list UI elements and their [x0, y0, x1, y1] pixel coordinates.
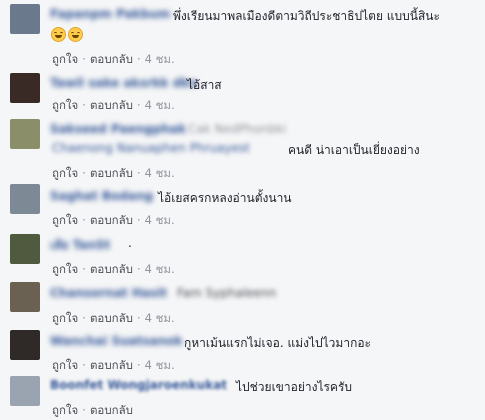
- comment-text: ไอ้เยสครกหลงอ่านตั้งนาน: [158, 191, 292, 205]
- like-link[interactable]: ถูกใจ: [52, 358, 78, 372]
- avatar[interactable]: [10, 4, 40, 34]
- comment-time[interactable]: 4 ชม.: [145, 52, 175, 66]
- comment-author[interactable]: Saghat Bodang: [50, 189, 153, 203]
- comment-text: ไปช่วยเขาอย่างไรครับ: [236, 380, 353, 394]
- like-link[interactable]: ถูกใจ: [52, 311, 78, 325]
- comment-actions: ถูกใจ · ตอบกลับ · 4 ชม.: [52, 166, 175, 180]
- avatar[interactable]: [10, 330, 40, 360]
- avatar[interactable]: [10, 282, 40, 312]
- comment-actions: ถูกใจ · ตอบกลับ · 4 ชม.: [52, 311, 175, 325]
- comment-author[interactable]: Boonfet Wongjaroenkukat: [50, 378, 227, 392]
- comment-author[interactable]: Sakseed Paengphak: [50, 122, 186, 136]
- reply-link[interactable]: ตอบกลับ: [90, 166, 133, 180]
- avatar[interactable]: [10, 184, 40, 214]
- comment-text: คนดี น่าเอาเป็นเยี่ยงอย่าง: [288, 143, 420, 157]
- laughing-emoji-icon: [68, 27, 83, 42]
- like-link[interactable]: ถูกใจ: [52, 403, 78, 417]
- reply-link[interactable]: ตอบกลับ: [90, 311, 133, 325]
- like-link[interactable]: ถูกใจ: [52, 213, 78, 227]
- comment-time[interactable]: 4 ชม.: [145, 166, 175, 180]
- like-link[interactable]: ถูกใจ: [52, 166, 78, 180]
- comment-time[interactable]: 4 ชม.: [145, 262, 175, 276]
- comment-actions: ถูกใจ · ตอบกลับ · 4 ชม.: [52, 52, 175, 66]
- comment-actions: ถูกใจ · ตอบกลับ · 4 ชม.: [52, 213, 175, 227]
- reply-link[interactable]: ตอบกลับ: [90, 262, 133, 276]
- avatar[interactable]: [10, 376, 40, 406]
- comment-actions: ถูกใจ · ตอบกลับ · 4 ชม.: [52, 98, 175, 112]
- comment-actions: ถูกใจ · ตอบกลับ: [52, 403, 133, 417]
- comment-text: .: [128, 236, 132, 250]
- emoji-laugh: [51, 27, 85, 42]
- reply-link[interactable]: ตอบกลับ: [90, 358, 133, 372]
- comment-text: พึ่งเรียนมาพลเมืองดีตามวิถีประชาธิปไตย แ…: [173, 9, 440, 23]
- reply-link[interactable]: ตอบกลับ: [90, 52, 133, 66]
- comment-time[interactable]: 4 ชม.: [145, 311, 175, 325]
- avatar[interactable]: [10, 119, 40, 149]
- like-link[interactable]: ถูกใจ: [52, 52, 78, 66]
- comment-time[interactable]: 4 ชม.: [145, 358, 175, 372]
- comment-author[interactable]: Wanchai Suatsanok: [50, 334, 183, 348]
- avatar[interactable]: [10, 234, 40, 264]
- comment-text: กูหาเม้นแรกไม่เจอ. แม่งไปไวมากอะ: [184, 336, 371, 350]
- comment-actions: ถูกใจ · ตอบกลับ · 4 ชม.: [52, 262, 175, 276]
- comment-time[interactable]: 4 ชม.: [145, 213, 175, 227]
- reply-link[interactable]: ตอบกลับ: [90, 213, 133, 227]
- like-link[interactable]: ถูกใจ: [52, 98, 78, 112]
- comment-author-tag[interactable]: Cak NedPhonbki: [188, 122, 286, 136]
- avatar[interactable]: [10, 73, 40, 103]
- reply-link[interactable]: ตอบกลับ: [90, 403, 133, 417]
- comment-author[interactable]: Fapanpm Pakbum: [50, 7, 170, 21]
- comment-time[interactable]: 4 ชม.: [145, 98, 175, 112]
- reply-link[interactable]: ตอบกลับ: [90, 98, 133, 112]
- laughing-emoji-icon: [51, 27, 66, 42]
- comment-tagged-name[interactable]: Chaenong Nanuaphen Phruayest: [52, 141, 250, 155]
- comment-author-tag[interactable]: Fam Syphaleenn: [177, 286, 276, 300]
- comment-author[interactable]: Chansornat Hasit: [50, 286, 167, 300]
- comment-author[interactable]: Tawil sake aksrkk dkn: [50, 76, 198, 90]
- like-link[interactable]: ถูกใจ: [52, 262, 78, 276]
- comment-actions: ถูกใจ · ตอบกลับ · 4 ชม.: [52, 358, 175, 372]
- comment-text: ไอ้สาส: [187, 78, 222, 92]
- comment-author[interactable]: เส้ย TanSt: [50, 236, 110, 255]
